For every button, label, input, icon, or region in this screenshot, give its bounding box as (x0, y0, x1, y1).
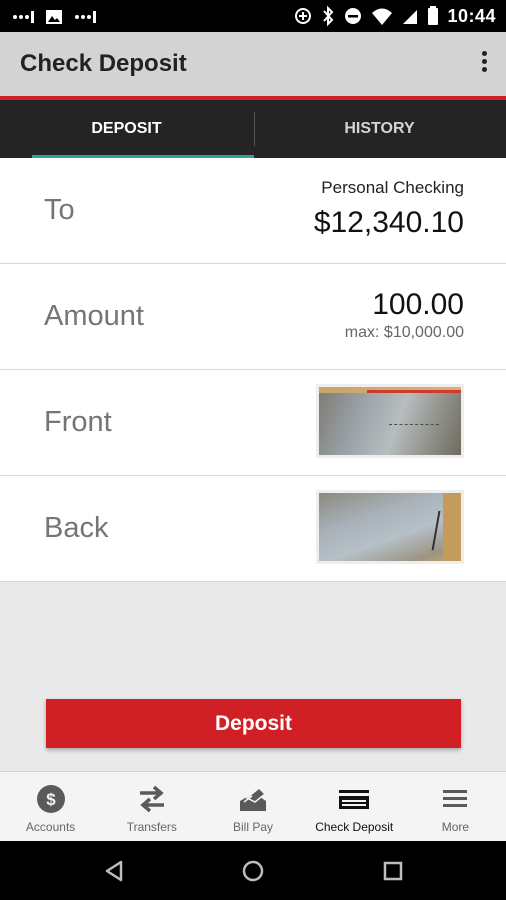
amount-value: 100.00 (372, 288, 464, 321)
home-circle-icon[interactable] (240, 858, 266, 884)
front-check-thumbnail[interactable] (316, 384, 464, 458)
tab-deposit[interactable]: DEPOSIT (0, 100, 254, 158)
data-saver-icon (295, 8, 312, 24)
front-label: Front (44, 406, 112, 438)
wifi-icon (372, 8, 393, 25)
account-balance: $12,340.10 (313, 206, 464, 239)
back-image-row[interactable]: Back (0, 476, 506, 582)
nav-accounts-label: Accounts (25, 820, 76, 834)
image-icon (46, 10, 62, 24)
menu-icon (443, 790, 468, 807)
recents-square-icon[interactable] (380, 858, 406, 884)
nav-accounts[interactable]: $ Accounts (0, 772, 101, 841)
back-label: Back (44, 512, 109, 544)
to-account-row[interactable]: To Personal Checking $12,340.10 (0, 158, 506, 264)
amount-max: max: $10,000.00 (344, 324, 464, 341)
overflow-dot-icon (481, 59, 487, 64)
nav-bill-pay-label: Bill Pay (233, 820, 274, 834)
tab-history-label: HISTORY (344, 120, 415, 137)
status-bar: 10:44 (0, 0, 506, 32)
battery-icon (428, 6, 439, 25)
nav-check-deposit[interactable]: Check Deposit (304, 772, 405, 841)
nav-more[interactable]: More (405, 772, 506, 841)
nav-more-label: More (441, 820, 470, 834)
account-name: Personal Checking (321, 178, 464, 197)
deposit-form: To Personal Checking $12,340.10 Amount 1… (0, 158, 506, 582)
signal-dots-icon (13, 11, 34, 23)
nav-transfers[interactable]: Transfers (101, 772, 202, 841)
dollar-circle-icon: $ (36, 785, 65, 813)
back-triangle-icon[interactable] (101, 858, 127, 884)
do-not-disturb-icon (345, 8, 362, 24)
check-deposit-icon (339, 790, 370, 809)
bill-pay-icon (240, 786, 267, 811)
bottom-navigation: $ Accounts Transfers Bill Pay Check Depo… (0, 771, 506, 841)
bluetooth-icon (323, 5, 334, 27)
tab-history[interactable]: HISTORY (253, 100, 506, 158)
nav-transfers-label: Transfers (126, 820, 177, 834)
system-navigation-bar (0, 841, 506, 900)
to-label: To (44, 194, 75, 226)
page-title: Check Deposit (20, 50, 187, 77)
svg-text:$: $ (46, 790, 56, 809)
app-bar: Check Deposit (0, 32, 506, 96)
overflow-menu-button[interactable] (474, 48, 494, 80)
signal-dots-icon (75, 11, 96, 23)
amount-row[interactable]: Amount 100.00 max: $10,000.00 (0, 264, 506, 370)
tab-bar: DEPOSIT HISTORY (0, 100, 506, 158)
front-image-row[interactable]: Front (0, 370, 506, 476)
overflow-dot-icon (481, 67, 487, 72)
overflow-dot-icon (481, 51, 487, 56)
back-check-thumbnail[interactable] (316, 490, 464, 564)
tab-deposit-label: DEPOSIT (91, 120, 162, 137)
cell-signal-icon (403, 10, 418, 24)
tab-divider (254, 112, 255, 146)
nav-check-deposit-label: Check Deposit (315, 820, 394, 834)
transfer-arrows-icon (139, 785, 164, 813)
deposit-button[interactable]: Deposit (46, 699, 461, 748)
amount-label: Amount (44, 300, 144, 332)
status-time: 10:44 (447, 6, 496, 26)
nav-bill-pay[interactable]: Bill Pay (202, 772, 303, 841)
